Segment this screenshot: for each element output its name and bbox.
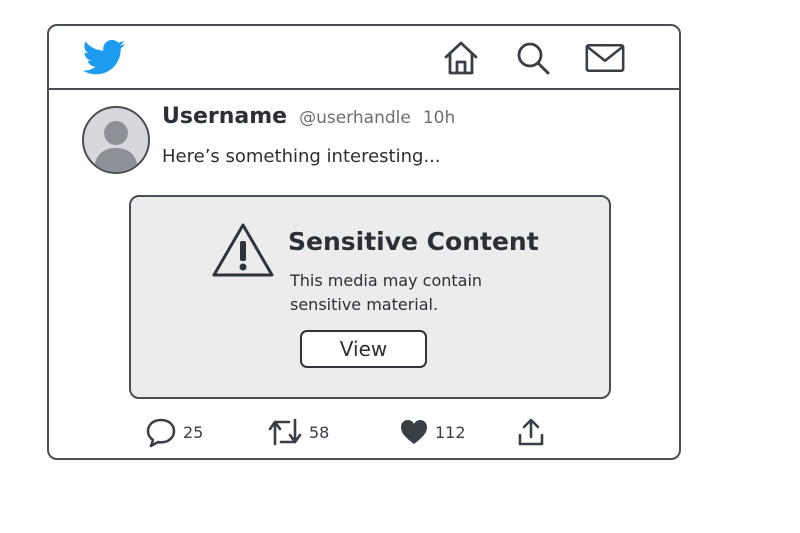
- like-count: 112: [435, 422, 466, 442]
- tweet-window: Username @userhandle 10h Here’s somethin…: [47, 24, 681, 460]
- view-button[interactable]: View: [300, 330, 427, 368]
- tweet-text: Here’s something interesting...: [162, 146, 441, 167]
- avatar[interactable]: [82, 106, 150, 174]
- share-button[interactable]: [517, 414, 545, 450]
- retweet-count: 58: [309, 422, 330, 442]
- heart-icon: [401, 420, 427, 444]
- top-bar: [49, 26, 679, 90]
- tweet-actions: 25 58 112: [49, 414, 679, 450]
- share-icon: [518, 418, 544, 446]
- bird-icon[interactable]: [79, 38, 127, 78]
- home-icon: [444, 41, 478, 75]
- user-avatar-icon: [94, 121, 138, 172]
- user-handle[interactable]: @userhandle: [299, 108, 411, 128]
- reply-icon: [146, 418, 176, 448]
- sensitive-content-card: Sensitive Content This media may contain…: [129, 195, 611, 399]
- tweet-header: Username @userhandle 10h: [162, 104, 455, 129]
- sensitive-content-title: Sensitive Content: [288, 227, 539, 256]
- reply-button[interactable]: 25: [145, 414, 203, 450]
- retweet-icon: [268, 418, 302, 446]
- description-line: sensitive material.: [290, 295, 439, 314]
- reply-count: 25: [183, 422, 204, 442]
- messages-nav-button[interactable]: [585, 38, 625, 78]
- search-icon: [517, 42, 550, 75]
- timestamp: 10h: [422, 108, 456, 128]
- sensitive-content-description: This media may contain sensitive materia…: [290, 269, 482, 317]
- home-nav-button[interactable]: [441, 38, 481, 78]
- search-nav-button[interactable]: [513, 38, 553, 78]
- description-line: This media may contain: [290, 271, 483, 290]
- warning-icon: [212, 223, 274, 277]
- username[interactable]: Username: [162, 104, 287, 129]
- mail-icon: [585, 44, 625, 72]
- retweet-button[interactable]: 58: [267, 414, 329, 450]
- like-button[interactable]: 112: [399, 414, 466, 450]
